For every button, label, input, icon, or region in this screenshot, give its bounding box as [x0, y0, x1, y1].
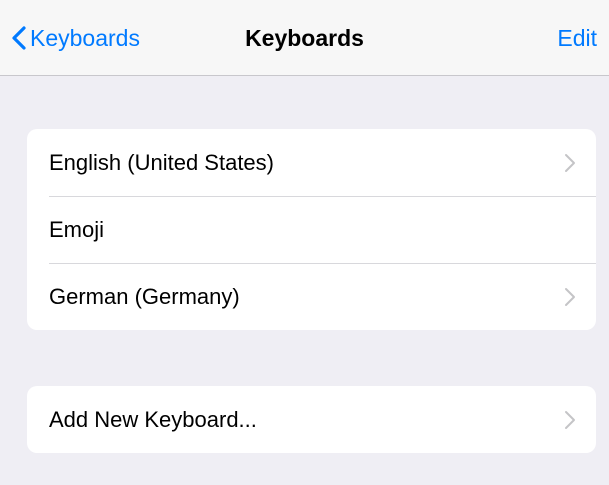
navigation-bar: Keyboards Keyboards Edit [0, 0, 609, 76]
chevron-right-icon [565, 410, 575, 429]
keyboards-list: English (United States) Emoji German (Ge… [27, 129, 596, 330]
add-new-keyboard-row[interactable]: Add New Keyboard... [27, 386, 596, 453]
keyboard-label: German (Germany) [49, 283, 240, 309]
keyboard-row-german[interactable]: German (Germany) [27, 263, 596, 330]
keyboard-row-emoji[interactable]: Emoji [27, 196, 596, 263]
add-new-keyboard-label: Add New Keyboard... [49, 406, 257, 432]
back-button-label: Keyboards [30, 24, 140, 51]
back-button[interactable]: Keyboards [12, 20, 140, 56]
chevron-right-icon [565, 153, 575, 172]
keyboard-row-english[interactable]: English (United States) [27, 129, 596, 196]
chevron-right-icon [565, 287, 575, 306]
keyboard-label: English (United States) [49, 149, 274, 175]
keyboard-label: Emoji [49, 216, 105, 242]
add-keyboard-group: Add New Keyboard... [27, 386, 596, 453]
chevron-left-icon [12, 26, 26, 50]
edit-button[interactable]: Edit [557, 20, 597, 56]
